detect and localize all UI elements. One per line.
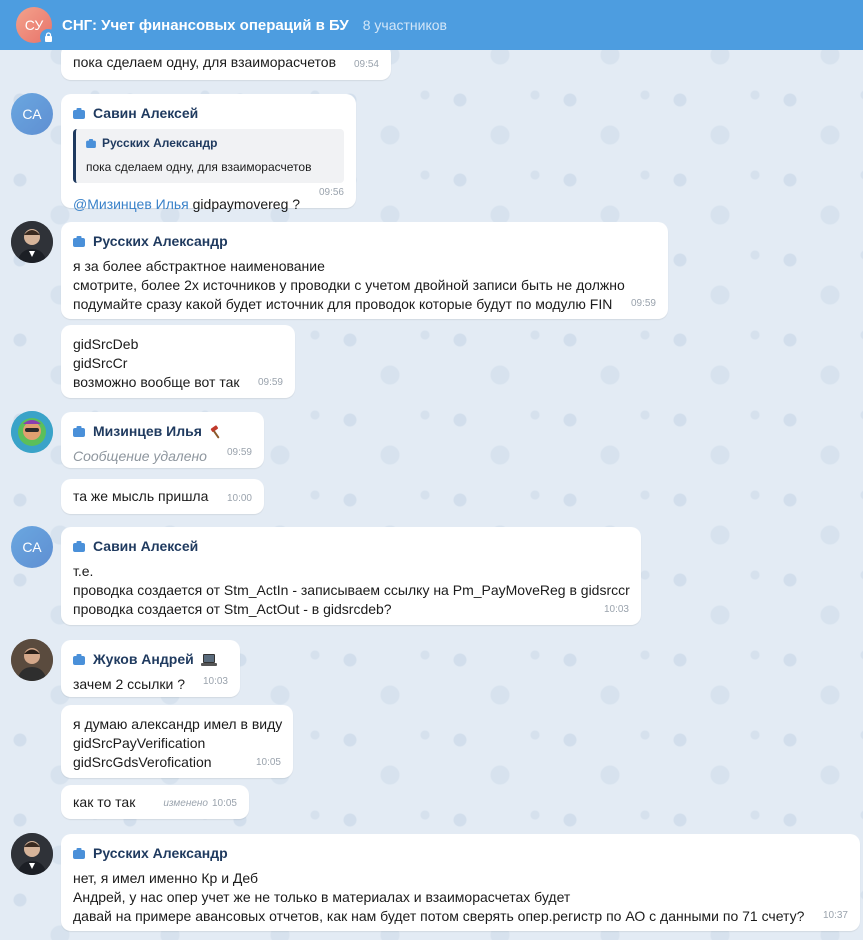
- message-time: 10:03: [603, 604, 629, 615]
- message-text: давай на примере авансовых отчетов, как …: [73, 908, 805, 924]
- message-text: Андрей, у нас опер учет же не только в м…: [73, 889, 571, 905]
- message-text: пока сделаем одну, для взаиморасчетов: [73, 54, 337, 70]
- avatar[interactable]: СА: [11, 526, 53, 568]
- message-text: смотрите, более 2х источников у проводки…: [73, 277, 625, 293]
- message-bubble[interactable]: Савин Алексей Русских Александр пока сде…: [61, 94, 356, 212]
- message-text: @Мизинцев Илья gidpaymovereg ?: [73, 195, 344, 214]
- message-text: нет, я имел именно Кр и Деб: [73, 870, 259, 886]
- sender-label: Русских Александр: [93, 233, 228, 249]
- message-text: gidSrcGdsVerofication: [73, 754, 212, 770]
- message-time: 10:00: [226, 493, 252, 504]
- member-count[interactable]: 8 участников: [363, 17, 447, 33]
- sender-name[interactable]: Русских Александр: [73, 232, 656, 251]
- message-time: 09:59: [226, 447, 252, 458]
- user-photo-icon: [11, 221, 53, 263]
- message-bubble[interactable]: я думаю александр имел в виду gidSrcPayV…: [61, 705, 293, 778]
- sender-name[interactable]: Русских Александр: [73, 844, 848, 863]
- message-text: подумайте сразу какой будет источник для…: [73, 296, 613, 312]
- group-avatar[interactable]: СУ: [16, 7, 56, 45]
- avatar-initials: СА: [22, 106, 42, 122]
- admin-badge-icon: [73, 654, 85, 665]
- mention-link[interactable]: @Мизинцев Илья: [73, 196, 189, 212]
- message-text: gidSrcCr: [73, 355, 128, 371]
- hammer-icon: [209, 424, 223, 439]
- message-bubble[interactable]: Жуков Андрей зачем 2 ссылки ? 10:03: [61, 640, 240, 697]
- message-bubble[interactable]: как то так изменено 10:05: [61, 785, 249, 819]
- user-photo-icon: [11, 833, 53, 875]
- group-avatar-initials: СУ: [24, 17, 44, 33]
- message-text: проводка создается от Stm_ActOut - в gid…: [73, 601, 392, 617]
- reply-author-label: Русских Александр: [102, 136, 218, 150]
- avatar[interactable]: [11, 411, 53, 453]
- message-time-value: 10:05: [211, 798, 237, 809]
- message-bubble[interactable]: Мизинцев Илья Сообщение удалено 09:59: [61, 412, 264, 468]
- admin-badge-icon: [73, 236, 85, 247]
- avatar[interactable]: [11, 833, 53, 875]
- message-text: я думаю александр имел в виду: [73, 716, 283, 732]
- sender-name[interactable]: Мизинцев Илья: [73, 422, 252, 441]
- message-text: та же мысль пришла: [73, 488, 209, 504]
- avatar[interactable]: [11, 221, 53, 263]
- admin-badge-icon: [73, 426, 85, 437]
- sender-label: Савин Алексей: [93, 538, 199, 554]
- chat-header[interactable]: СУ СНГ: Учет финансовых операций в БУ 8 …: [0, 0, 863, 50]
- admin-badge-icon: [86, 139, 96, 148]
- sender-label: Русских Александр: [93, 845, 228, 861]
- reply-author: Русских Александр: [86, 134, 334, 153]
- message-text: gidSrcDeb: [73, 336, 139, 352]
- admin-badge-icon: [73, 108, 85, 119]
- avatar-initials: СА: [22, 539, 42, 555]
- message-time: 10:37: [822, 910, 848, 921]
- sender-name[interactable]: Жуков Андрей: [73, 650, 228, 669]
- user-photo-icon: [11, 639, 53, 681]
- laptop-icon: [200, 653, 217, 666]
- sender-name[interactable]: Савин Алексей: [73, 104, 344, 123]
- message-time: 09:54: [353, 59, 379, 70]
- sender-label: Жуков Андрей: [93, 651, 194, 667]
- message-time: 10:03: [202, 676, 228, 687]
- reply-quote[interactable]: Русских Александр пока сделаем одну, для…: [73, 129, 344, 183]
- admin-badge-icon: [73, 541, 85, 552]
- message-bubble[interactable]: та же мысль пришла 10:00: [61, 479, 264, 514]
- sender-label: Савин Алексей: [93, 105, 199, 121]
- message-text: т.е.: [73, 563, 94, 579]
- avatar[interactable]: СА: [11, 93, 53, 135]
- message-text: проводка создается от Stm_ActIn - записы…: [73, 582, 630, 598]
- message-text: возможно вообще вот так: [73, 374, 240, 390]
- message-text: gidSrcPayVerification: [73, 735, 206, 751]
- deleted-message-text: Сообщение удалено: [73, 448, 207, 464]
- lock-icon: [40, 29, 56, 45]
- message-bubble[interactable]: gidSrcDeb gidSrcCr возможно вообще вот т…: [61, 325, 295, 398]
- message-bubble[interactable]: Савин Алексей т.е. проводка создается от…: [61, 527, 641, 625]
- sender-label: Мизинцев Илья: [93, 423, 202, 439]
- message-time: 10:05: [255, 757, 281, 768]
- message-time: 09:56: [318, 187, 344, 198]
- avatar[interactable]: [11, 639, 53, 681]
- message-text: я за более абстрактное наименование: [73, 258, 325, 274]
- message-time: 09:59: [630, 298, 656, 309]
- user-photo-icon: [11, 411, 53, 453]
- message-time: 09:59: [257, 377, 283, 388]
- sender-name[interactable]: Савин Алексей: [73, 537, 629, 556]
- reply-text: пока сделаем одну, для взаиморасчетов: [86, 160, 312, 174]
- message-bubble[interactable]: Русских Александр нет, я имел именно Кр …: [61, 834, 860, 931]
- message-bubble[interactable]: Русских Александр я за более абстрактное…: [61, 222, 668, 319]
- admin-badge-icon: [73, 848, 85, 859]
- chat-title[interactable]: СНГ: Учет финансовых операций в БУ: [62, 17, 349, 34]
- edited-label: изменено: [163, 798, 208, 809]
- message-time: изменено 10:05: [163, 794, 237, 813]
- message-text-body: gidpaymovereg ?: [188, 196, 301, 212]
